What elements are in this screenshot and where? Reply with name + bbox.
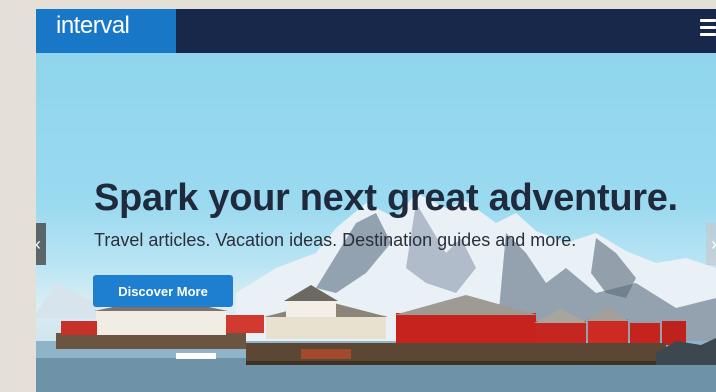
hero-landscape-image — [36, 193, 716, 392]
brand-logo: interval — [56, 12, 130, 39]
page-frame: interval Spark your next great adventure… — [36, 9, 716, 392]
carousel-next-arrow[interactable]: › — [706, 223, 716, 265]
carousel-prev-arrow[interactable]: ‹ — [36, 223, 46, 265]
hero-headline: Spark your next great adventure. — [94, 177, 678, 219]
hero-banner: ‹ › Spark your next great adventure. Tra… — [36, 53, 716, 392]
hero-subtitle: Travel articles. Vacation ideas. Destina… — [94, 230, 577, 250]
logo-link[interactable]: interval — [36, 9, 176, 53]
top-nav-bar: interval — [36, 9, 716, 53]
discover-more-button[interactable]: Discover More — [93, 275, 233, 307]
hamburger-icon[interactable] — [700, 19, 716, 39]
